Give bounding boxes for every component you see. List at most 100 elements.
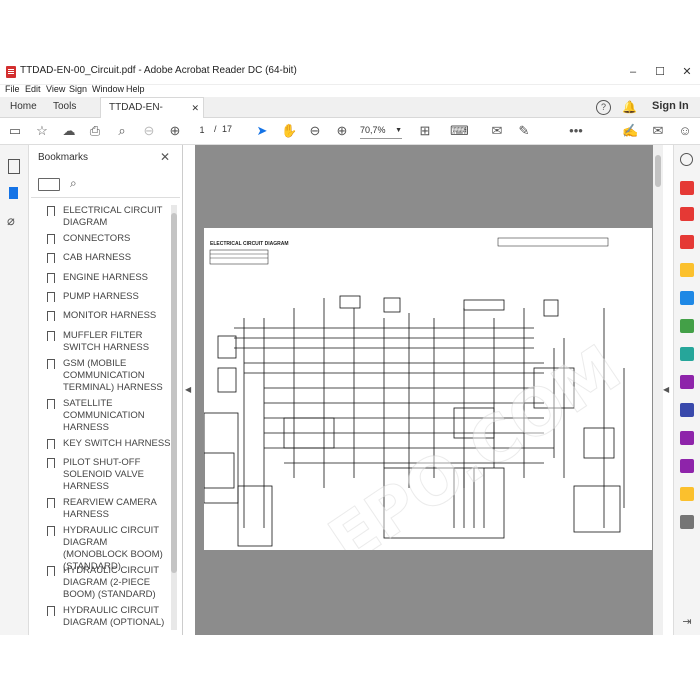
close-panel-icon[interactable]: ✕ <box>160 150 170 164</box>
bookmark-icon <box>47 292 55 305</box>
navigation-pane-strip: ⌀ <box>0 145 29 635</box>
bookmark-item[interactable]: CAB HARNESS <box>37 252 165 266</box>
enhance-scans-icon[interactable] <box>680 347 694 361</box>
select-cursor-icon[interactable]: ➤ <box>254 123 270 139</box>
collapse-left-panel-icon[interactable]: ◀ <box>185 385 191 394</box>
bookmark-star-icon[interactable]: ☆ <box>34 123 50 139</box>
help-icon[interactable]: ? <box>596 100 611 115</box>
bookmarks-panel: Bookmarks ✕ ⌕ ELECTRICAL CIRCUIT DIAGRAM… <box>29 145 183 635</box>
notification-bell-icon[interactable]: 🔔 <box>622 100 637 114</box>
document-scrollbar[interactable] <box>653 145 663 635</box>
previous-page-icon[interactable]: ⊖ <box>141 123 157 139</box>
hand-tool-icon[interactable]: ✋ <box>281 123 297 139</box>
bookmark-item[interactable]: REARVIEW CAMERA HARNESS <box>37 497 165 521</box>
share-user-icon[interactable]: ☺ <box>677 123 693 139</box>
right-pane-toggle-icon[interactable]: ⇥ <box>680 615 694 629</box>
minimize-button[interactable]: – <box>620 62 646 82</box>
page-thumbnails-icon[interactable] <box>8 159 20 174</box>
more-tools-icon[interactable]: ••• <box>568 123 584 139</box>
pdf-page[interactable]: ELECTRICAL CIRCUIT DIAGRAM EPO.COM <box>204 228 652 550</box>
page-fit-icon[interactable]: ⊞ <box>417 123 433 139</box>
panel-divider <box>31 197 180 198</box>
find-bookmark-icon[interactable]: ⌕ <box>70 176 77 191</box>
keyboard-icon[interactable]: ⌨ <box>450 123 469 139</box>
zoom-in-icon[interactable]: ⊕ <box>334 123 350 139</box>
document-scrollbar-thumb[interactable] <box>655 155 661 187</box>
window-title: TTDAD-EN-00_Circuit.pdf - Adobe Acrobat … <box>20 65 297 76</box>
main-toolbar: ▭ ☆ ☁ ⎙ ⌕ ⊖ ⊕ 1 / 17 ➤ ✋ ⊖ ⊕ 70,7% ▼ ⊞ ⌨… <box>0 118 700 145</box>
circuit-diagram-drawing: EPO.COM <box>204 237 634 550</box>
bookmarks-scrollbar[interactable] <box>171 205 177 630</box>
bookmark-item[interactable]: HYDRAULIC CIRCUIT DIAGRAM (OPTIONAL) <box>37 605 165 629</box>
watermark-image: EPO.COM <box>317 332 634 550</box>
bookmark-item[interactable]: CONNECTORS <box>37 233 165 247</box>
zoom-out-icon[interactable]: ⊖ <box>307 123 323 139</box>
menu-file[interactable]: File <box>5 84 20 94</box>
create-pdf-icon[interactable] <box>680 181 694 195</box>
prepare-form-icon[interactable] <box>680 459 694 473</box>
bookmark-icon <box>47 566 55 579</box>
tab-home[interactable]: Home <box>2 97 45 117</box>
protect-icon[interactable] <box>680 403 694 417</box>
email-icon[interactable]: ✉ <box>650 123 666 139</box>
bookmark-item[interactable]: HYDRAULIC CIRCUIT DIAGRAM (2-PIECE BOOM)… <box>37 565 165 601</box>
maximize-button[interactable]: ☐ <box>647 62 673 82</box>
close-window-button[interactable]: ✕ <box>674 62 700 82</box>
edit-pdf-icon[interactable] <box>680 235 694 249</box>
zoom-level-select[interactable]: 70,7% ▼ <box>360 123 402 139</box>
save-icon[interactable]: ▭ <box>7 123 23 139</box>
page-number-input[interactable]: 1 <box>195 124 209 137</box>
menu-view[interactable]: View <box>46 84 65 94</box>
bookmark-item[interactable]: GSM (MOBILE COMMUNICATION TERMINAL) HARN… <box>37 358 165 394</box>
bookmark-icon <box>47 359 55 372</box>
upload-cloud-icon[interactable]: ☁ <box>61 123 77 139</box>
tab-tools[interactable]: Tools <box>45 97 84 117</box>
combine-files-icon[interactable] <box>680 207 694 221</box>
next-page-icon[interactable]: ⊕ <box>167 123 183 139</box>
tools-pane-strip: ⇥ <box>673 145 700 635</box>
more-tools-wrench-icon[interactable] <box>680 515 694 529</box>
attachments-icon[interactable]: ⌀ <box>7 213 15 229</box>
page-total: 17 <box>222 124 233 134</box>
sign-in-link[interactable]: Sign In <box>652 100 689 112</box>
send-for-signature-icon[interactable] <box>680 431 694 445</box>
search-tools-icon[interactable] <box>680 153 693 166</box>
find-icon[interactable]: ⌕ <box>114 123 130 139</box>
organize-pages-icon[interactable] <box>680 319 694 333</box>
collapse-right-panel-icon[interactable]: ◀ <box>663 385 669 394</box>
bookmark-options-icon[interactable] <box>38 178 60 191</box>
fill-sign-icon[interactable]: ✍ <box>622 123 638 139</box>
bookmark-icon <box>47 206 55 219</box>
bookmark-item[interactable]: PUMP HARNESS <box>37 291 165 305</box>
bookmark-item[interactable]: ENGINE HARNESS <box>37 272 165 286</box>
window-title-bar: TTDAD-EN-00_Circuit.pdf - Adobe Acrobat … <box>0 60 700 85</box>
fill-and-sign-icon[interactable] <box>680 375 694 389</box>
bookmark-item[interactable]: MONITOR HARNESS <box>37 310 165 324</box>
bookmark-item[interactable]: ELECTRICAL CIRCUIT DIAGRAM <box>37 205 165 229</box>
bookmark-item[interactable]: SATELLITE COMMUNICATION HARNESS <box>37 398 165 434</box>
comment-tool-icon[interactable] <box>680 263 694 277</box>
print-icon[interactable]: ⎙ <box>87 123 103 139</box>
bookmark-icon <box>47 311 55 324</box>
tab-close-icon[interactable]: ✕ <box>191 98 199 118</box>
highlight-pen-icon[interactable]: ✎ <box>516 123 532 139</box>
bookmark-list: ELECTRICAL CIRCUIT DIAGRAM CONNECTORS CA… <box>29 203 179 633</box>
bookmark-item[interactable]: MUFFLER FILTER SWITCH HARNESS <box>37 330 165 354</box>
menu-edit[interactable]: Edit <box>25 84 41 94</box>
bookmark-icon <box>47 606 55 619</box>
bookmark-item[interactable]: HYDRAULIC CIRCUIT DIAGRAM (MONOBLOCK BOO… <box>37 525 165 572</box>
bookmark-icon <box>47 399 55 412</box>
bookmark-icon <box>47 253 55 266</box>
comment-icon[interactable]: ✉ <box>489 123 505 139</box>
bookmark-item[interactable]: KEY SWITCH HARNESS <box>37 438 171 452</box>
export-pdf-icon[interactable] <box>680 291 694 305</box>
send-for-comments-icon[interactable] <box>680 487 694 501</box>
tab-bar: Home Tools TTDAD-EN-00_Circ... ✕ ? 🔔 Sig… <box>0 97 700 133</box>
menu-sign[interactable]: Sign <box>69 84 87 94</box>
bookmarks-scrollbar-thumb[interactable] <box>171 213 177 573</box>
bookmark-item[interactable]: PILOT SHUT-OFF SOLENOID VALVE HARNESS <box>37 457 165 493</box>
menu-help[interactable]: Help <box>126 84 145 94</box>
menu-window[interactable]: Window <box>92 84 124 94</box>
bookmarks-panel-icon[interactable] <box>9 187 18 199</box>
tab-document[interactable]: TTDAD-EN-00_Circ... ✕ <box>100 97 204 133</box>
